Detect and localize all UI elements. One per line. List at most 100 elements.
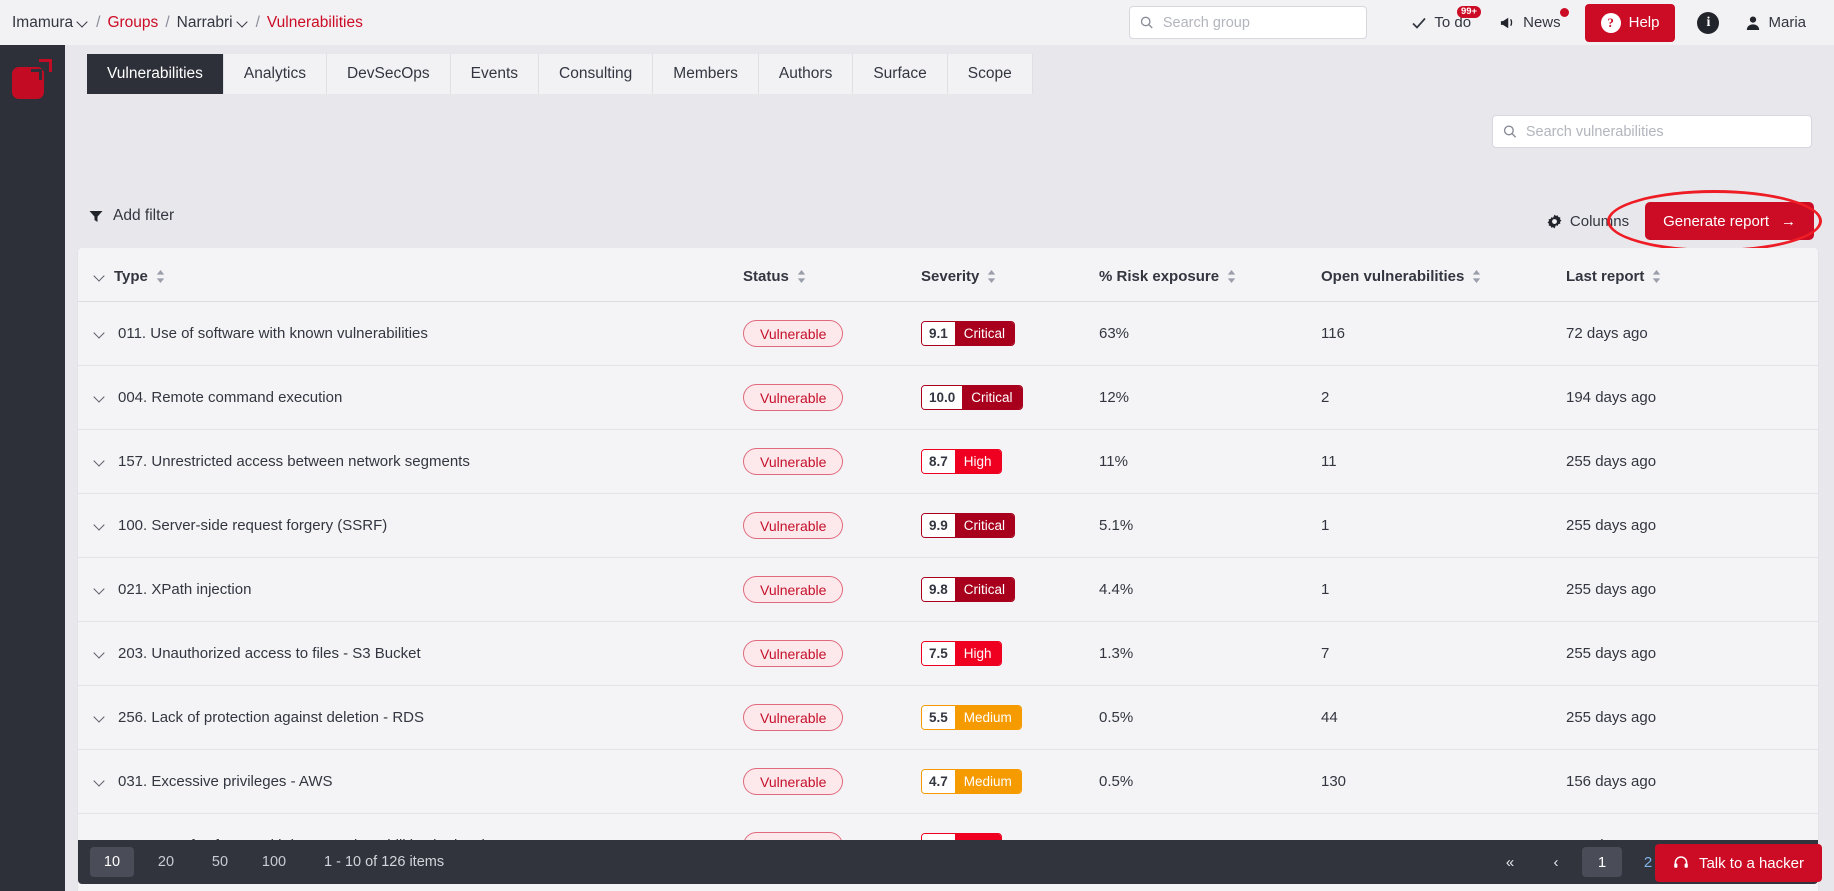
page-size-100[interactable]: 100 bbox=[252, 847, 296, 877]
table-row[interactable]: 011. Use of software with known vulnerab… bbox=[78, 301, 1818, 366]
add-filter-button[interactable]: Add filter bbox=[89, 207, 174, 225]
vulnerabilities-table-card: Type Status Severity % Risk exposure Open vu… bbox=[78, 248, 1818, 891]
severity-score: 10.0 bbox=[922, 386, 963, 409]
column-header-label: % Risk exposure bbox=[1099, 268, 1220, 285]
cell-severity: 9.9 Critical bbox=[921, 493, 1099, 558]
table-row[interactable]: 004. Remote command execution Vulnerable 1… bbox=[78, 365, 1818, 430]
table-row[interactable]: 157. Unrestricted access between network… bbox=[78, 429, 1818, 494]
cell-risk-exposure: 1.3% bbox=[1099, 621, 1321, 686]
cell-severity: 7.5 High bbox=[921, 621, 1099, 686]
tab-events[interactable]: Events bbox=[450, 54, 540, 94]
expand-all-chevron-icon[interactable] bbox=[94, 271, 106, 283]
cell-open-vulnerabilities: 1 bbox=[1321, 557, 1566, 622]
cell-severity: 5.5 Medium bbox=[921, 685, 1099, 750]
todo-badge: 99+ bbox=[1456, 6, 1482, 19]
cell-open-vulnerabilities: 130 bbox=[1321, 749, 1566, 814]
page-size-20[interactable]: 20 bbox=[144, 847, 188, 877]
search-group-box[interactable] bbox=[1129, 6, 1368, 39]
table-row[interactable]: 031. Excessive privileges - AWS Vulnerabl… bbox=[78, 749, 1818, 814]
severity-score: 5.5 bbox=[922, 706, 955, 729]
table-row[interactable]: 021. XPath injection Vulnerable 9.8 Critica… bbox=[78, 557, 1818, 622]
cell-risk-exposure: 11% bbox=[1099, 429, 1321, 494]
pagination-first-button[interactable]: « bbox=[1490, 847, 1530, 877]
vulnerabilities-table: Type Status Severity % Risk exposure Open vu… bbox=[78, 248, 1818, 891]
talk-to-a-hacker-button[interactable]: Talk to a hacker bbox=[1654, 844, 1822, 882]
column-header-type[interactable]: Type bbox=[78, 248, 743, 302]
severity-level: Critical bbox=[954, 322, 1015, 345]
help-button[interactable]: ? Help bbox=[1584, 3, 1676, 42]
column-header-label: Severity bbox=[921, 268, 980, 285]
search-icon bbox=[1503, 125, 1517, 138]
table-row[interactable]: 203. Unauthorized access to files - S3 B… bbox=[78, 621, 1818, 686]
user-menu[interactable]: Maria bbox=[1731, 0, 1834, 45]
search-group-input[interactable] bbox=[1162, 14, 1357, 31]
tab-analytics[interactable]: Analytics bbox=[223, 54, 327, 94]
search-vulnerabilities-box[interactable] bbox=[1492, 115, 1812, 148]
severity-level: Critical bbox=[962, 386, 1022, 409]
cell-last-report: 255 days ago bbox=[1566, 621, 1818, 686]
tab-label: Surface bbox=[873, 65, 927, 82]
expand-row-chevron-icon[interactable] bbox=[94, 648, 106, 660]
cell-severity: 10.0 Critical bbox=[921, 365, 1099, 430]
generate-report-label: Generate report bbox=[1663, 212, 1769, 230]
expand-row-chevron-icon[interactable] bbox=[94, 584, 106, 596]
app-logo-icon[interactable] bbox=[12, 59, 52, 99]
column-header-status[interactable]: Status bbox=[743, 248, 921, 302]
column-header-label: Open vulnerabilities bbox=[1321, 268, 1465, 285]
filter-icon bbox=[89, 210, 103, 222]
todo-button[interactable]: To do 99+ bbox=[1397, 0, 1485, 45]
column-header-risk-exposure[interactable]: % Risk exposure bbox=[1099, 248, 1321, 302]
cell-last-report: 255 days ago bbox=[1566, 429, 1818, 494]
cell-severity: 8.7 High bbox=[921, 429, 1099, 494]
breadcrumb-separator-2: / bbox=[165, 13, 170, 31]
breadcrumb-current[interactable]: Vulnerabilities bbox=[267, 14, 363, 32]
pagination-page-1[interactable]: 1 bbox=[1582, 847, 1622, 877]
severity-level: High bbox=[954, 642, 1001, 665]
expand-row-chevron-icon[interactable] bbox=[94, 328, 106, 340]
severity-badge: 9.9 Critical bbox=[921, 513, 1016, 538]
cell-type: 004. Remote command execution bbox=[78, 365, 743, 430]
info-button[interactable]: i bbox=[1685, 0, 1731, 45]
tab-scope[interactable]: Scope bbox=[947, 54, 1033, 94]
expand-row-chevron-icon[interactable] bbox=[94, 712, 106, 724]
columns-button[interactable]: Columns bbox=[1547, 213, 1629, 230]
breadcrumb-groups[interactable]: Groups bbox=[107, 14, 158, 32]
chevron-down-icon bbox=[78, 17, 89, 28]
severity-badge: 7.5 High bbox=[921, 641, 1002, 666]
status-badge: Vulnerable bbox=[743, 384, 844, 411]
help-label: Help bbox=[1628, 14, 1660, 31]
table-row[interactable]: 256. Lack of protection against deletion… bbox=[78, 685, 1818, 750]
expand-row-chevron-icon[interactable] bbox=[94, 456, 106, 468]
vulnerability-type-label: 157. Unrestricted access between network… bbox=[118, 453, 470, 470]
cell-risk-exposure: 63% bbox=[1099, 301, 1321, 366]
breadcrumb-group-label: Narrabri bbox=[176, 13, 233, 31]
generate-report-button[interactable]: Generate report → bbox=[1645, 202, 1814, 240]
table-row[interactable]: 100. Server-side request forgery (SSRF) V… bbox=[78, 493, 1818, 558]
expand-row-chevron-icon[interactable] bbox=[94, 392, 106, 404]
expand-row-chevron-icon[interactable] bbox=[94, 776, 106, 788]
tab-members[interactable]: Members bbox=[653, 54, 759, 94]
tab-authors[interactable]: Authors bbox=[758, 54, 854, 94]
column-header-last-report[interactable]: Last report bbox=[1566, 248, 1818, 302]
column-header-severity[interactable]: Severity bbox=[921, 248, 1099, 302]
page-size-10[interactable]: 10 bbox=[90, 847, 134, 877]
pagination-bar: 102050100 1 - 10 of 126 items «‹123›» bbox=[78, 840, 1818, 884]
tab-vulnerabilities[interactable]: Vulnerabilities bbox=[87, 54, 224, 94]
news-button[interactable]: News bbox=[1485, 0, 1575, 45]
breadcrumb-group[interactable]: Narrabri bbox=[177, 14, 249, 32]
tab-consulting[interactable]: Consulting bbox=[539, 54, 654, 94]
tab-label: Scope bbox=[967, 65, 1012, 82]
left-rail bbox=[0, 45, 65, 891]
tab-surface[interactable]: Surface bbox=[853, 54, 948, 94]
breadcrumb-org[interactable]: Imamura bbox=[12, 14, 89, 32]
sort-icon bbox=[156, 270, 165, 283]
expand-row-chevron-icon[interactable] bbox=[94, 520, 106, 532]
severity-badge: 4.7 Medium bbox=[921, 769, 1022, 794]
search-vulnerabilities-input[interactable] bbox=[1525, 123, 1801, 140]
severity-level: Critical bbox=[954, 578, 1015, 601]
vulnerability-type-label: 203. Unauthorized access to files - S3 B… bbox=[118, 645, 421, 662]
tab-devsecops[interactable]: DevSecOps bbox=[326, 54, 451, 94]
pagination-prev-button[interactable]: ‹ bbox=[1536, 847, 1576, 877]
column-header-open-vulnerabilities[interactable]: Open vulnerabilities bbox=[1321, 248, 1566, 302]
page-size-50[interactable]: 50 bbox=[198, 847, 242, 877]
